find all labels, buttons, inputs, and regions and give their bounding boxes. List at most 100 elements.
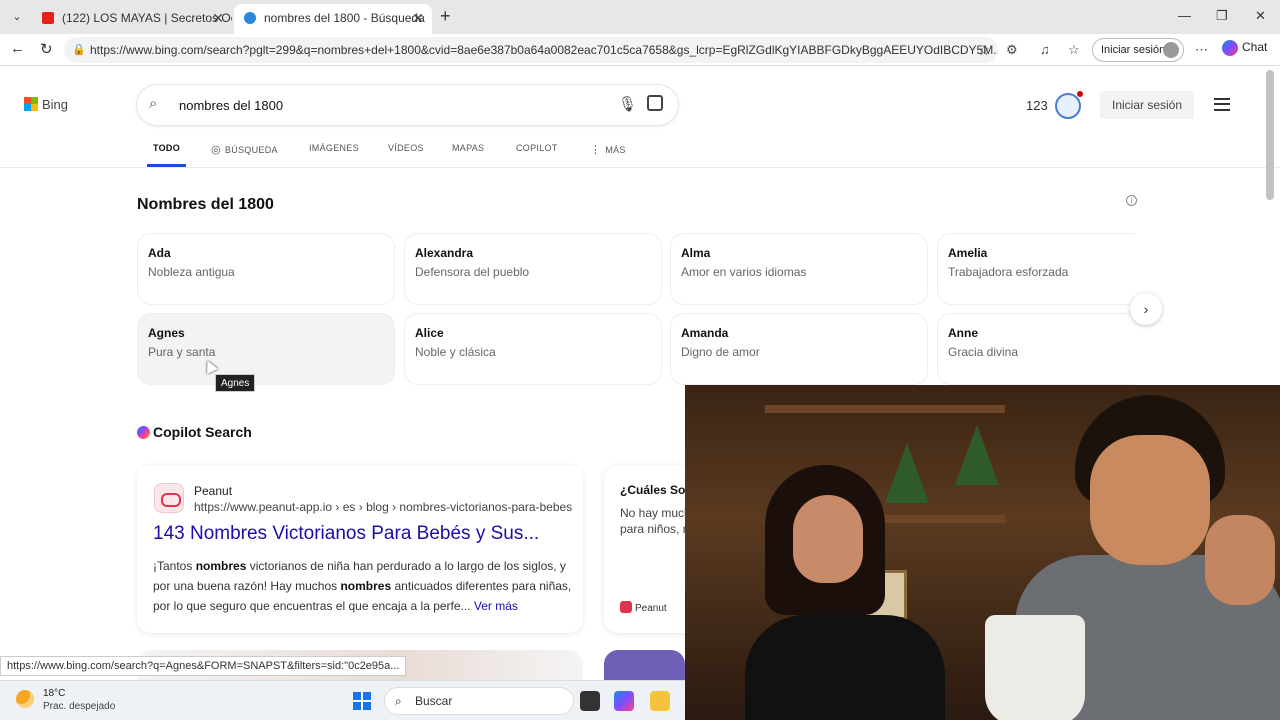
name-card[interactable]: Agnes Pura y santa (137, 313, 395, 385)
snippet-text: ¡Tantos (153, 559, 196, 573)
back-button[interactable]: ← (10, 40, 25, 57)
copilot-chat-button[interactable]: Chat (1222, 40, 1267, 56)
rewards-icon[interactable] (1055, 91, 1083, 119)
tab-busqueda[interactable]: ◎ BÚSQUEDA (211, 143, 278, 156)
search-label: Buscar (415, 694, 453, 708)
browser-profile-button[interactable]: Iniciar sesión (1092, 38, 1184, 62)
result-card-partial[interactable] (604, 650, 685, 680)
minimize-button[interactable]: — (1178, 8, 1191, 23)
search-icon[interactable]: ⌕ (149, 95, 157, 112)
notification-dot (1077, 91, 1083, 97)
heading-text: Copilot Search (153, 424, 252, 440)
close-tab-icon[interactable]: ✕ (212, 4, 224, 32)
tab-mas[interactable]: ⋮ MÁS (590, 143, 626, 156)
weather-icon[interactable] (16, 690, 34, 708)
result-title-link[interactable]: 143 Nombres Victorianos Para Bebés y Sus… (153, 523, 539, 545)
favorites-icon[interactable]: ☆ (1068, 42, 1080, 58)
tooltip: Agnes (215, 374, 256, 392)
close-window-button[interactable]: ✕ (1255, 8, 1266, 24)
name-meaning: Nobleza antigua (148, 265, 235, 279)
search-input[interactable] (179, 93, 599, 117)
name-label: Amanda (681, 326, 729, 340)
snippet-bold: nombres (195, 559, 247, 573)
copilot-app-icon[interactable] (614, 691, 634, 711)
name-card[interactable]: Amelia Trabajadora esforzada (937, 233, 1135, 305)
name-card[interactable]: Amanda Digno de amor (670, 313, 928, 385)
chevron-right-icon[interactable]: › (1130, 293, 1162, 325)
hand (1205, 515, 1275, 605)
file-explorer-icon[interactable] (650, 691, 670, 711)
person-left (745, 465, 945, 720)
result-card[interactable]: Peanut https://www.peanut-app.io › es › … (137, 465, 583, 633)
microphone-icon[interactable]: 🎙 (618, 95, 637, 113)
scrollbar[interactable] (1266, 70, 1274, 200)
bing-logo[interactable]: Bing (24, 97, 68, 112)
search-scope-tabs: TODO ◎ BÚSQUEDA IMÁGENES VÍDEOS MAPAS COP… (0, 136, 1280, 168)
weather-condition[interactable]: Prac. despejado (43, 701, 115, 712)
taskbar-search[interactable]: ⌕ Buscar (384, 687, 574, 715)
body (745, 615, 945, 720)
search-box: ⌕ 🎙 (137, 85, 678, 125)
copilot-icon (1222, 40, 1238, 56)
mug (985, 615, 1085, 720)
more-vertical-icon: ⋮ (590, 144, 602, 156)
tab-label: MÁS (605, 145, 626, 155)
tab-todo[interactable]: TODO (146, 143, 187, 167)
maximize-button[interactable]: ❐ (1216, 8, 1228, 24)
address-bar[interactable]: 🔒 https://www.bing.com/search?pglt=299&q… (64, 37, 998, 63)
chat-label: Chat (1242, 40, 1268, 55)
name-card[interactable]: Alma Amor en varios idiomas (670, 233, 928, 305)
name-label: Amelia (948, 246, 988, 260)
app-icon[interactable] (580, 691, 600, 711)
hamburger-menu-icon[interactable] (1214, 98, 1230, 111)
tab-mapas[interactable]: MAPAS (452, 143, 484, 153)
read-aloud-icon[interactable]: ♫ (1040, 42, 1050, 57)
peanut-logo-icon (154, 483, 184, 513)
name-meaning: Gracia divina (948, 345, 1019, 359)
name-label: Ada (148, 246, 171, 260)
name-card[interactable]: Alexandra Defensora del pueblo (404, 233, 662, 305)
tab-title: (122) LOS MAYAS | Secretos Ocult (62, 11, 232, 25)
new-tab-button[interactable]: + (440, 6, 451, 27)
bing-signin-button[interactable]: Iniciar sesión (1100, 91, 1194, 119)
site-url[interactable]: https://www.peanut-app.io › es › blog › … (194, 500, 572, 514)
see-more-link[interactable]: Ver más (474, 599, 518, 613)
tab-title: nombres del 1800 - Búsqueda (264, 11, 425, 25)
name-meaning: Amor en varios idiomas (681, 265, 807, 279)
browser-toolbar: ← ↻ 🔒 https://www.bing.com/search?pglt=2… (0, 34, 1280, 66)
name-label: Alma (681, 246, 711, 260)
extensions-icon[interactable]: ⚙ (1006, 42, 1018, 58)
site-name: Peanut (194, 484, 233, 498)
more-menu-icon[interactable]: ⋯ (1195, 42, 1208, 58)
info-icon[interactable]: i (1126, 195, 1137, 206)
close-tab-icon[interactable]: ✕ (412, 4, 424, 32)
face (793, 495, 863, 583)
name-meaning: Trabajadora esforzada (948, 265, 1069, 279)
tab-label: BÚSQUEDA (224, 145, 278, 155)
visual-search-icon[interactable] (647, 95, 663, 111)
youtube-icon (42, 12, 54, 24)
peanut-logo-icon (620, 601, 632, 613)
tab-list-button[interactable]: ⌄ (6, 6, 28, 28)
logo-text: Bing (42, 97, 69, 112)
shelf (765, 405, 1005, 413)
name-label: Agnes (148, 326, 185, 340)
refresh-button[interactable]: ↻ (40, 40, 53, 58)
name-card[interactable]: Alice Noble y clásica (404, 313, 662, 385)
weather-temp[interactable]: 18°C (43, 688, 65, 699)
browser-tab-youtube[interactable]: (122) LOS MAYAS | Secretos Ocult ✕ (32, 4, 232, 34)
bing-tab-icon (244, 12, 256, 24)
tab-copilot[interactable]: COPILOT (516, 143, 558, 153)
status-bar-url: https://www.bing.com/search?q=Agnes&FORM… (0, 656, 407, 676)
favorite-star-icon[interactable]: ☆ (977, 37, 990, 63)
tab-imagenes[interactable]: IMÁGENES (309, 143, 359, 153)
name-card[interactable]: Ada Nobleza antigua (137, 233, 395, 305)
tab-videos[interactable]: VÍDEOS (388, 143, 424, 153)
name-label: Anne (948, 326, 978, 340)
christmas-tree (955, 425, 999, 485)
rewards-points[interactable]: 123 (1026, 98, 1048, 113)
browser-tab-bing[interactable]: nombres del 1800 - Búsqueda ✕ (234, 4, 432, 34)
name-card[interactable]: Anne Gracia divina (937, 313, 1135, 385)
result-snippet: ¡Tantos nombres victorianos de niña han … (153, 556, 573, 616)
windows-start-icon[interactable] (353, 692, 371, 710)
